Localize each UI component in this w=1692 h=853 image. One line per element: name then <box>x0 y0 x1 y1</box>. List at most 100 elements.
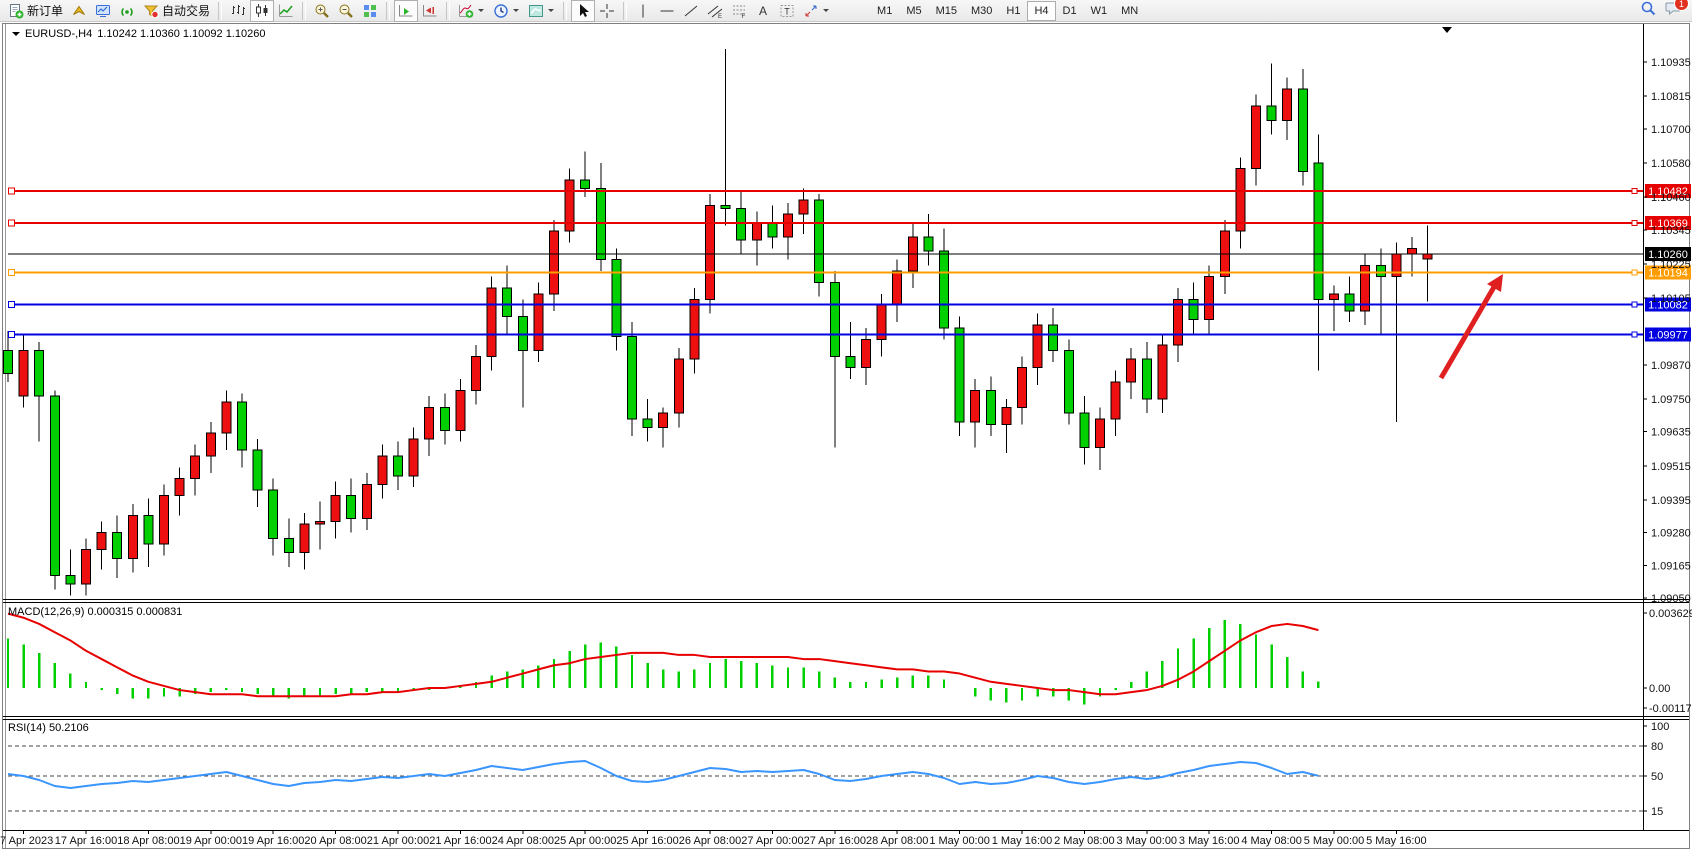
candle-body <box>472 356 481 390</box>
candle-body <box>830 282 839 356</box>
line-handle[interactable] <box>1632 270 1637 275</box>
candle-body <box>690 299 699 359</box>
gold-arrow-icon <box>71 3 87 19</box>
candle-body <box>659 413 668 427</box>
new-order-button[interactable]: 新订单 <box>4 0 67 22</box>
time-tick-label: 27 Apr 16:00 <box>804 835 866 847</box>
tf-button-H1[interactable]: H1 <box>999 1 1027 21</box>
search-icon[interactable] <box>1640 0 1657 22</box>
time-tick-label: 20 Apr 08:00 <box>304 835 366 847</box>
new-order-icon <box>8 3 24 19</box>
candle-body <box>674 359 683 413</box>
macd-values: 0.000315 0.000831 <box>87 606 182 618</box>
price-tick-label: 1.10700 <box>1651 124 1691 136</box>
line-handle[interactable] <box>1632 332 1637 337</box>
line-handle[interactable] <box>9 188 15 194</box>
price-tick-label: 1.09280 <box>1651 528 1691 540</box>
line-handle[interactable] <box>1632 302 1637 307</box>
arrows-tool-button[interactable] <box>799 0 834 22</box>
candle-body <box>300 524 309 552</box>
candle-body <box>1283 89 1292 120</box>
candle-body <box>924 237 933 251</box>
vertical-line-tool-button[interactable] <box>631 0 655 22</box>
channel-tool-button[interactable]: E <box>703 0 727 22</box>
candle-body <box>1252 106 1261 169</box>
main-toolbar: 新订单 自动交易 E F A T M1M5M <box>0 0 1692 22</box>
trendline-tool-button[interactable] <box>679 0 703 22</box>
chat-button[interactable]: 1 <box>1665 0 1682 21</box>
candle-body <box>752 223 761 240</box>
time-tick-label: 27 Apr 00:00 <box>741 835 803 847</box>
templates-button[interactable] <box>524 0 559 22</box>
line-handle[interactable] <box>1632 188 1637 193</box>
tf-button-H4[interactable]: H4 <box>1027 1 1055 21</box>
candle-body <box>1408 248 1417 254</box>
signals-button[interactable] <box>115 0 139 22</box>
symbol-dropdown-icon[interactable] <box>12 32 20 40</box>
candlestick-mode-button[interactable] <box>250 0 274 22</box>
zoom-out-button[interactable] <box>334 0 358 22</box>
toolbar-separator <box>302 2 306 20</box>
line-handle[interactable] <box>9 220 15 226</box>
price-tick-label: 1.10225 <box>1651 259 1691 271</box>
auto-scroll-button[interactable] <box>394 0 418 22</box>
candle-body <box>940 251 949 328</box>
candle-body <box>1314 163 1323 300</box>
chart-shift-icon <box>422 3 438 19</box>
arrows-dropdown-arrow[interactable] <box>823 9 829 15</box>
tile-windows-button[interactable] <box>358 0 382 22</box>
toolbar-separator <box>623 2 627 20</box>
zoom-in-button[interactable] <box>310 0 334 22</box>
candle-body <box>347 496 356 519</box>
tf-button-M5[interactable]: M5 <box>899 1 928 21</box>
candle-body <box>534 294 543 351</box>
unread-badge: 1 <box>1674 0 1689 11</box>
horizontal-line-tool-button[interactable] <box>655 0 679 22</box>
indicators-button[interactable] <box>454 0 489 22</box>
toolbar-separator <box>563 2 567 20</box>
candle-body <box>893 271 902 305</box>
indicators-dropdown-arrow[interactable] <box>478 9 484 15</box>
tf-button-M30[interactable]: M30 <box>964 1 999 21</box>
time-tick-label: 18 Apr 08:00 <box>117 835 179 847</box>
indicators-icon <box>458 3 474 19</box>
text-tool-button[interactable]: A <box>751 0 775 22</box>
periods-dropdown-arrow[interactable] <box>513 9 519 15</box>
periods-button[interactable] <box>489 0 524 22</box>
market-depth-button[interactable] <box>91 0 115 22</box>
candle-body <box>113 533 122 559</box>
gold-arrow-button[interactable] <box>67 0 91 22</box>
fibonacci-tool-button[interactable]: F <box>727 0 751 22</box>
candle-body <box>1033 325 1042 368</box>
autotrade-button[interactable]: 自动交易 <box>139 0 214 22</box>
cursor-icon <box>575 3 591 19</box>
candle-body <box>409 439 418 476</box>
cursor-tool-button[interactable] <box>571 0 595 22</box>
tf-button-M1[interactable]: M1 <box>870 1 899 21</box>
toolbar-separator <box>386 2 390 20</box>
line-chart-mode-button[interactable] <box>274 0 298 22</box>
chart-shift-button[interactable] <box>418 0 442 22</box>
tf-button-M15[interactable]: M15 <box>929 1 964 21</box>
blue-monitor-icon <box>95 3 111 19</box>
price-tick-label: 1.09635 <box>1651 427 1691 439</box>
line-handle[interactable] <box>1632 220 1637 225</box>
tf-button-W1[interactable]: W1 <box>1084 1 1115 21</box>
crosshair-tool-button[interactable] <box>595 0 619 22</box>
candle-body <box>846 356 855 367</box>
candle-body <box>581 180 590 189</box>
template-icon <box>528 3 544 19</box>
line-handle[interactable] <box>9 270 15 276</box>
chart-canvas[interactable]: 1.104821.103691.102601.101941.100821.099… <box>0 22 1692 853</box>
tf-button-D1[interactable]: D1 <box>1056 1 1084 21</box>
svg-text:F: F <box>742 14 746 19</box>
templates-dropdown-arrow[interactable] <box>548 9 554 15</box>
text-label-tool-button[interactable]: T <box>775 0 799 22</box>
bar-chart-mode-button[interactable] <box>226 0 250 22</box>
line-handle[interactable] <box>9 331 15 337</box>
candle-body <box>425 408 434 439</box>
tf-button-MN[interactable]: MN <box>1114 1 1145 21</box>
line-handle[interactable] <box>9 302 15 308</box>
time-tick-label: 4 May 08:00 <box>1241 835 1302 847</box>
chart-window[interactable]: 1.104821.103691.102601.101941.100821.099… <box>0 22 1692 853</box>
